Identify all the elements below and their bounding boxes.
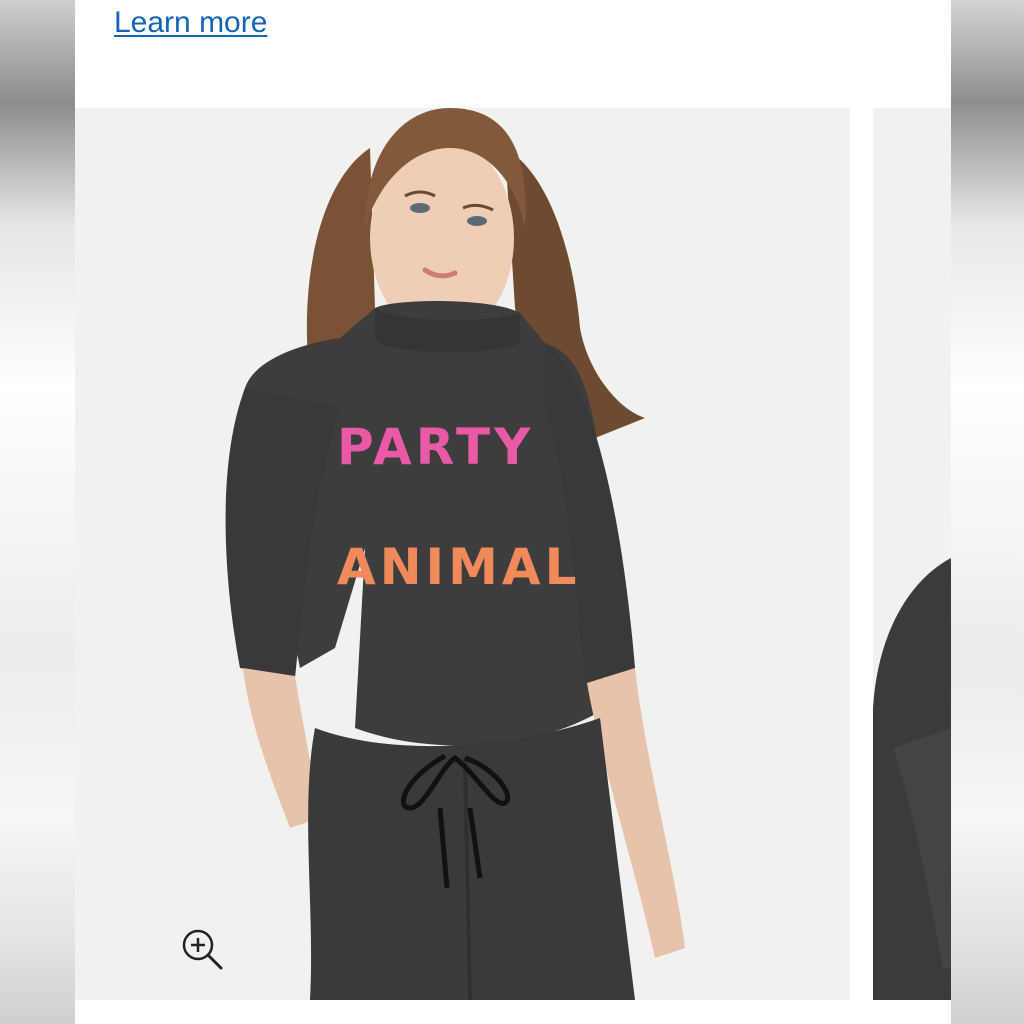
- sweater-text-line1: PARTY: [337, 418, 534, 476]
- right-bezel: [951, 0, 1024, 1024]
- next-image-illustration: [873, 108, 951, 1000]
- clipped-text-line: [113, 0, 873, 2]
- screen: Learn more PARTY ANIMAL: [0, 0, 1024, 1024]
- learn-more-link[interactable]: Learn more: [114, 6, 267, 40]
- model-illustration: PARTY ANIMAL: [75, 108, 850, 1000]
- sweater-text-line2: ANIMAL: [337, 538, 580, 596]
- zoom-in-icon[interactable]: [179, 926, 225, 972]
- left-bezel: [0, 0, 75, 1024]
- main-product-image[interactable]: PARTY ANIMAL: [75, 108, 850, 1000]
- next-product-image-preview[interactable]: [873, 108, 951, 1000]
- page-content: Learn more PARTY ANIMAL: [75, 0, 951, 1024]
- product-image-gallery[interactable]: PARTY ANIMAL: [75, 108, 951, 1000]
